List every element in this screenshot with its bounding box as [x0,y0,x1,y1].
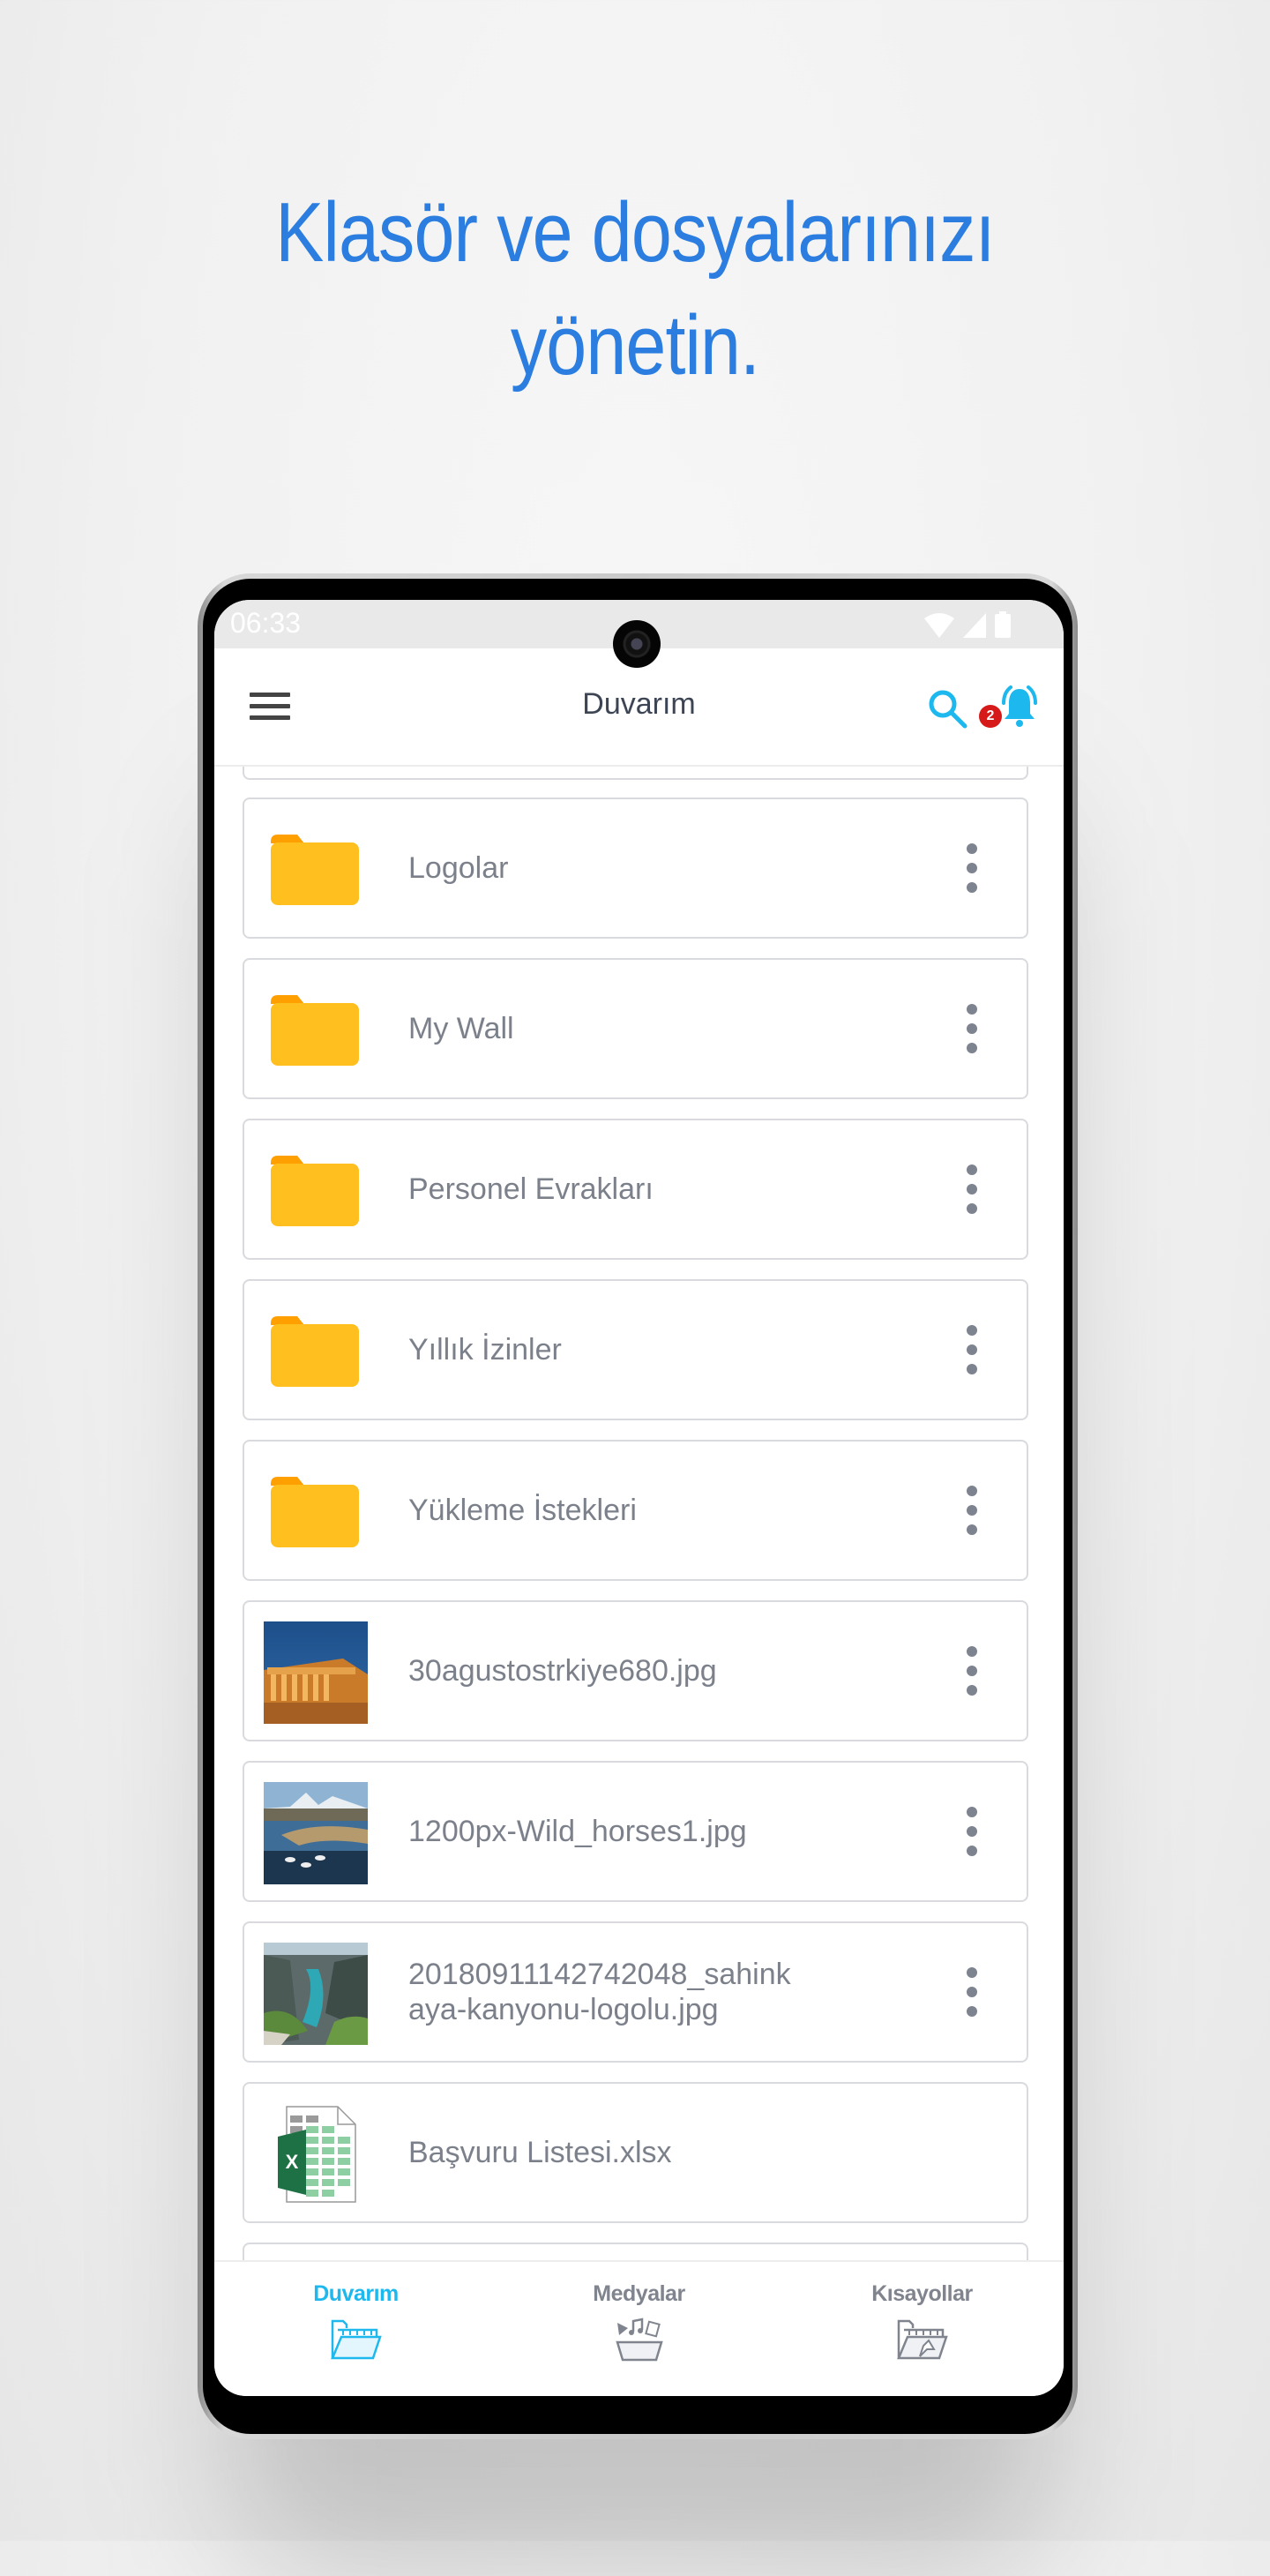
tab-kisayollar[interactable]: Kısayollar [781,2262,1064,2396]
search-icon[interactable] [926,687,968,730]
headline: Klasör ve dosyalarınızı yönetin. [89,176,1181,402]
more-options-icon[interactable] [965,1807,979,1856]
more-options-icon[interactable] [965,1646,979,1696]
phone-chin [214,2396,1064,2431]
wifi-icon [924,613,954,638]
folder-icon [271,1156,359,1226]
item-name-line-1: 20180911142742048_sahink [408,1958,791,1991]
item-name: Personel Evrakları [408,1172,654,1206]
notifications-button[interactable]: 2 [979,684,1042,730]
more-options-icon[interactable] [965,1325,979,1374]
battery-icon [995,611,1011,638]
notification-badge: 2 [979,705,1002,728]
headline-line-1: Klasör ve dosyalarınızı [275,185,995,280]
signal-icon [963,613,986,638]
tab-label: Medyalar [593,2281,685,2306]
tab-label: Kısayollar [871,2281,973,2306]
status-icons [924,611,1011,638]
headline-line-2: yönetin. [510,298,760,393]
front-camera [613,620,661,668]
list-item-partial[interactable] [243,767,1028,780]
item-name: My Wall [408,1012,514,1045]
more-options-icon[interactable] [965,1164,979,1214]
item-name: Başvuru Listesi.xlsx [408,2136,672,2169]
bottom-navigation: Duvarım Medyalar Kısayollar [214,2260,1064,2396]
list-item[interactable]: X Başvuru Listesi.xlsx [243,2082,1028,2223]
list-item[interactable]: 1200px-Wild_horses1.jpg [243,1761,1028,1902]
more-options-icon[interactable] [965,1004,979,1053]
list-item[interactable]: Yükleme İstekleri [243,1440,1028,1581]
excel-file-icon: X [278,2106,356,2203]
list-item[interactable]: My Wall [243,958,1028,1099]
folder-icon [271,1316,359,1387]
phone-screen: 06:33 Duvarım 2 Logolar My Wall Personel… [214,600,1064,2396]
svg-text:X: X [286,2151,299,2173]
tab-duvarim[interactable]: Duvarım [214,2262,497,2396]
canyon-photo-thumbnail [264,1943,368,2045]
item-name: Logolar [408,851,509,885]
folder-open-icon [330,2319,382,2360]
horses-photo-thumbnail [264,1782,368,1884]
more-options-icon[interactable] [965,843,979,893]
file-list[interactable]: Logolar My Wall Personel Evrakları Yıllı… [214,767,1064,2260]
folder-icon [271,1477,359,1547]
list-item[interactable]: Logolar [243,798,1028,939]
item-name: 1200px-Wild_horses1.jpg [408,1815,747,1848]
tab-label: Duvarım [313,2281,399,2306]
item-name-line-2: aya-kanyonu-logolu.jpg [408,1993,719,2026]
tab-medyalar[interactable]: Medyalar [497,2262,781,2396]
status-time: 06:33 [230,607,302,639]
item-name: 30agustostrkiye680.jpg [408,1654,717,1688]
media-icon [615,2318,663,2362]
item-name: Yıllık İzinler [408,1333,562,1367]
bell-icon [1002,685,1037,727]
folder-icon [271,995,359,1066]
item-name: 20180911142742048_sahink aya-kanyonu-log… [408,1923,902,2061]
more-options-icon[interactable] [965,1967,979,2017]
list-item-partial[interactable] [243,2243,1028,2260]
list-item[interactable]: 30agustostrkiye680.jpg [243,1600,1028,1741]
list-item[interactable]: Yıllık İzinler [243,1279,1028,1420]
monument-photo-thumbnail [264,1621,368,1724]
list-item[interactable]: Personel Evrakları [243,1119,1028,1260]
folder-icon [271,835,359,905]
list-item[interactable]: 20180911142742048_sahink aya-kanyonu-log… [243,1921,1028,2063]
shortcut-folder-icon [896,2319,948,2360]
more-options-icon[interactable] [965,1486,979,1535]
item-name: Yükleme İstekleri [408,1494,637,1527]
